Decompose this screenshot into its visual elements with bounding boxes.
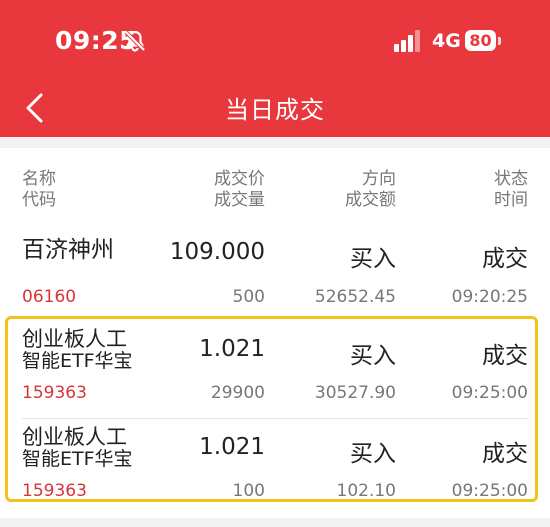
bell-slash-icon (124, 30, 146, 52)
col-header-price: 成交价 成交量 (214, 169, 265, 211)
trade-price: 109.000 (169, 239, 265, 265)
highlight-box (5, 316, 538, 502)
col-price-label: 成交价 (214, 169, 265, 189)
battery-tip (498, 37, 501, 45)
page-title: 当日成交 (225, 96, 325, 124)
status-bar: 09:25 4G 80 (0, 0, 550, 80)
col-header-status: 状态 时间 (494, 169, 528, 211)
trade-direction: 买入 (350, 246, 396, 272)
col-status-label: 状态 (494, 169, 528, 189)
trade-amount: 52652.45 (314, 287, 396, 307)
stock-name: 百济神州 (22, 237, 114, 263)
col-volume-label: 成交量 (214, 190, 265, 210)
col-header-direction: 方向 成交额 (345, 169, 396, 211)
trade-volume: 500 (232, 287, 265, 307)
battery-icon: 80 (465, 30, 496, 51)
table-row[interactable]: 百济神州 109.000 买入 成交 06160 500 52652.45 09… (0, 236, 550, 318)
col-time-label: 时间 (494, 190, 528, 210)
nav-bar: 当日成交 (0, 80, 550, 137)
app-header: 09:25 4G 80 当日成交 (0, 0, 550, 137)
col-amount-label: 成交额 (345, 190, 396, 210)
col-header-name: 名称 代码 (22, 169, 56, 211)
col-name-label: 名称 (22, 169, 56, 189)
col-direction-label: 方向 (362, 169, 396, 189)
col-code-label: 代码 (22, 190, 56, 210)
stock-code: 06160 (22, 287, 77, 307)
network-type: 4G (432, 30, 461, 52)
trade-status: 成交 (482, 246, 528, 272)
trade-time: 09:20:25 (451, 287, 528, 307)
signal-icon (394, 30, 420, 52)
